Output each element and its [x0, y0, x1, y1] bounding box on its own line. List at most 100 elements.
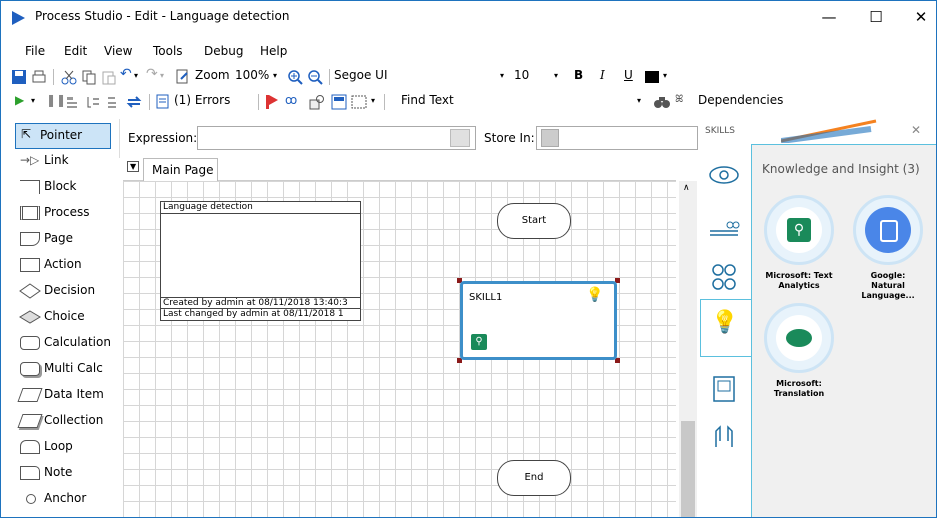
tool-anchor[interactable]: Anchor	[1, 487, 117, 511]
watch-icon[interactable]: ꝏ	[285, 93, 297, 107]
step-icon[interactable]	[65, 94, 81, 110]
skill-stage[interactable]: SKILL1 💡 ⚲	[460, 281, 617, 360]
pause-icon[interactable]: ❚❚	[46, 93, 66, 107]
tool-pointer[interactable]: ⇱ Pointer	[15, 123, 111, 149]
tool-decision[interactable]: Decision	[1, 279, 117, 303]
errors-icon[interactable]	[155, 94, 171, 110]
font-color-swatch[interactable]	[645, 71, 659, 83]
start-stage[interactable]: Start	[497, 203, 571, 239]
step-out-icon[interactable]	[105, 94, 121, 110]
undo-icon[interactable]: ↶	[120, 66, 132, 82]
save-icon[interactable]	[11, 69, 27, 85]
tool-loop[interactable]: Loop	[1, 435, 117, 459]
store-in-icon[interactable]	[541, 129, 559, 147]
paste-icon[interactable]	[101, 69, 117, 85]
reset-icon[interactable]	[125, 94, 143, 110]
unpin-icon[interactable]: ✕	[911, 123, 921, 137]
errors-button[interactable]: (1) Errors	[174, 93, 230, 107]
zoom-page-icon[interactable]	[175, 69, 191, 85]
tool-page[interactable]: Page	[1, 227, 117, 251]
tab-main-page[interactable]: Main Page	[143, 158, 218, 181]
find-text-input[interactable]: Find Text	[401, 93, 454, 107]
document-icon[interactable]	[704, 369, 744, 409]
knowledge-tab[interactable]: 💡	[700, 299, 752, 357]
grid-dropdown-icon[interactable]: ▾	[371, 96, 375, 105]
menu-view[interactable]: View	[104, 44, 132, 58]
run-icon[interactable]: ▶	[15, 93, 24, 107]
tool-label: Link	[44, 153, 69, 167]
tool-label: Pointer	[40, 128, 83, 142]
font-name-select[interactable]: Segoe UI	[334, 68, 387, 82]
dependencies-button[interactable]: Dependencies	[698, 93, 783, 107]
bold-button[interactable]: B	[574, 68, 583, 82]
tool-collection[interactable]: Collection	[1, 409, 117, 433]
eye-icon[interactable]	[704, 155, 744, 195]
find-replace-icon[interactable]	[309, 94, 325, 110]
redo-icon[interactable]: ↷	[146, 66, 158, 82]
skill-item-google-natural-language[interactable]: Google: Natural Language...	[853, 195, 923, 301]
scroll-thumb[interactable]	[681, 421, 695, 517]
skill-inner: ⚲	[776, 207, 822, 253]
skill-item-ms-translation[interactable]: Microsoft: Translation	[764, 303, 834, 399]
vertical-scrollbar[interactable]: ∧	[679, 181, 697, 517]
menu-debug[interactable]: Debug	[204, 44, 243, 58]
anchor-icon	[26, 494, 36, 504]
run-dropdown-icon[interactable]: ▾	[31, 96, 35, 105]
people-icon[interactable]	[704, 257, 744, 297]
tool-choice[interactable]: Choice	[1, 305, 117, 329]
skill-item-ms-text-analytics[interactable]: ⚲ Microsoft: Text Analytics	[764, 195, 834, 291]
zoom-out-icon[interactable]	[307, 69, 323, 85]
skill-name: SKILL1	[469, 292, 503, 303]
font-size-dropdown-icon[interactable]: ▾	[554, 71, 558, 80]
tool-multi-calc[interactable]: Multi Calc	[1, 357, 117, 381]
print-icon[interactable]	[31, 69, 47, 85]
tool-calculation[interactable]: Calculation	[1, 331, 117, 355]
underline-button[interactable]: U	[624, 68, 633, 82]
expression-editor-icon[interactable]	[450, 129, 470, 147]
menu-help[interactable]: Help	[260, 44, 287, 58]
font-size-select[interactable]: 10	[514, 68, 529, 82]
font-name-dropdown-icon[interactable]: ▾	[500, 71, 504, 80]
page-dropdown-icon[interactable]: ▼	[127, 161, 140, 172]
diagram-canvas[interactable]: Language detection Created by admin at 0…	[123, 181, 676, 517]
menu-tools[interactable]: Tools	[153, 44, 183, 58]
tab-label: Main Page	[152, 163, 214, 177]
zoom-dropdown-icon[interactable]: ▾	[273, 71, 277, 80]
minimize-button[interactable]: —	[809, 5, 849, 29]
menu-file[interactable]: File	[25, 44, 45, 58]
cut-icon[interactable]	[61, 69, 77, 85]
tool-process[interactable]: Process	[1, 201, 117, 225]
zoom-in-icon[interactable]	[287, 69, 303, 85]
calculation-icon	[20, 336, 40, 350]
hands-icon[interactable]	[704, 417, 744, 457]
tool-action[interactable]: Action	[1, 253, 117, 277]
step-over-icon[interactable]	[85, 94, 101, 110]
store-in-input[interactable]	[536, 126, 698, 150]
close-button[interactable]: ✕	[901, 5, 936, 29]
scroll-up-icon[interactable]: ∧	[683, 183, 690, 193]
tool-note[interactable]: Note	[1, 461, 117, 485]
maximize-button[interactable]: ☐	[856, 5, 896, 29]
undo-dropdown-icon[interactable]: ▾	[134, 71, 138, 80]
end-stage[interactable]: End	[497, 460, 571, 496]
find-text-dropdown-icon[interactable]: ▾	[637, 96, 641, 105]
grid-icon[interactable]	[351, 94, 367, 110]
decision-icon	[19, 283, 41, 299]
calculator-icon[interactable]	[331, 94, 347, 110]
expression-input[interactable]	[197, 126, 476, 150]
binoculars-icon[interactable]	[653, 94, 671, 110]
collection-icon	[17, 414, 43, 428]
redo-dropdown-icon[interactable]: ▾	[160, 71, 164, 80]
copy-icon[interactable]	[81, 69, 97, 85]
process-studio-window: Process Studio - Edit - Language detecti…	[0, 0, 937, 518]
menu-edit[interactable]: Edit	[64, 44, 87, 58]
process-info-box[interactable]: Language detection Created by admin at 0…	[160, 201, 361, 321]
speech-icon[interactable]	[704, 207, 744, 247]
tool-data-item[interactable]: Data Item	[1, 383, 117, 407]
italic-button[interactable]: I	[600, 68, 605, 82]
zoom-value[interactable]: 100%	[235, 68, 269, 82]
font-color-dropdown-icon[interactable]: ▾	[663, 71, 667, 80]
tool-block[interactable]: Block	[1, 175, 117, 199]
link-icon: →▷	[20, 153, 40, 167]
tool-link[interactable]: →▷ Link	[1, 149, 117, 173]
